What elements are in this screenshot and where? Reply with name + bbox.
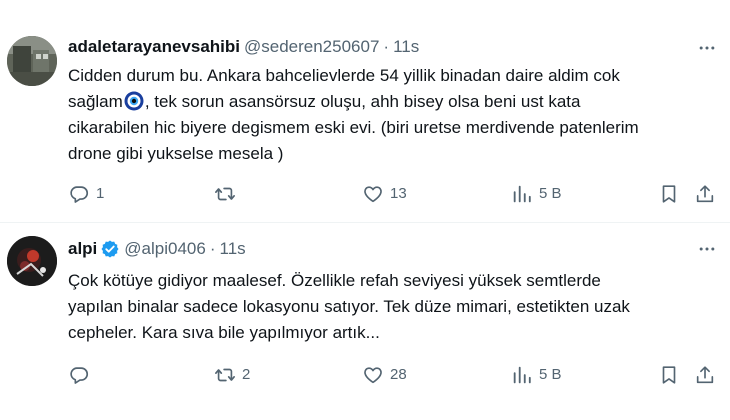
repost-button[interactable]: 2 (214, 362, 250, 388)
share-button[interactable] (694, 362, 716, 388)
share-button[interactable] (694, 181, 716, 207)
like-button[interactable]: 13 (362, 181, 407, 207)
timestamp[interactable]: 11s (393, 36, 419, 58)
repost-count: 2 (242, 366, 251, 383)
tweet-text-line: sağlam , tek sorun asansörsuz oluşu, ahh … (68, 89, 708, 115)
avatar[interactable] (7, 36, 57, 86)
more-horizontal-icon (699, 247, 715, 251)
repost-arrows-icon (215, 187, 235, 201)
more-horizontal-icon (699, 46, 715, 50)
tweet-text-fragment: sağlam (68, 92, 123, 111)
reply-button[interactable]: 1 (68, 181, 104, 207)
nazar-boncugu-emoji-icon (124, 91, 144, 111)
tweet-actions: 2 28 5 B (0, 362, 730, 388)
tweet-text-line: Çok kötüye gidiyor maalesef. Özellikle r… (68, 271, 601, 290)
tweet-header: adaletarayanevsahibi @sederen250607 · 11… (68, 36, 419, 58)
like-button[interactable]: 28 (362, 362, 407, 388)
tweet-text-line: cikarabilen hic biyere degismem eski evi… (68, 118, 639, 137)
avatar-image (7, 36, 57, 86)
more-options-button[interactable] (694, 38, 720, 58)
author-handle[interactable]: @sederen250607 (244, 36, 379, 58)
tweet-text-line: yapılan binalar sadece lokasyonu satıyor… (68, 297, 630, 316)
repost-arrows-icon (215, 368, 235, 382)
reply-button[interactable] (68, 362, 96, 388)
tweet-text-line: Cidden durum bu. Ankara bahcelievlerde 5… (68, 66, 620, 85)
separator-dot: · (209, 239, 216, 258)
bookmark-button[interactable] (658, 362, 680, 388)
views-bar-chart-icon (513, 185, 531, 203)
views-bar-chart-icon (513, 366, 531, 384)
more-options-button[interactable] (694, 239, 720, 259)
tweet-card[interactable]: alpi @alpi0406 · 11s Çok kötüye gidiyor … (0, 222, 730, 420)
tweet-text-line: drone gibi yukselse mesela ) (68, 144, 284, 163)
tweet-text-fragment: , tek sorun asansörsuz oluşu, ahh bisey … (144, 92, 581, 111)
share-upload-icon (696, 185, 714, 203)
views-button[interactable]: 5 B (511, 181, 562, 207)
like-count: 13 (390, 185, 407, 202)
share-upload-icon (696, 366, 714, 384)
views-button[interactable]: 5 B (511, 362, 562, 388)
author-handle[interactable]: @alpi0406 (124, 238, 206, 260)
separator-dot: · (383, 37, 390, 56)
avatar[interactable] (7, 236, 57, 286)
tweet-text: Çok kötüye gidiyor maalesef. Özellikle r… (68, 268, 708, 346)
bookmark-icon (662, 366, 676, 384)
tweet-text: Cidden durum bu. Ankara bahcelievlerde 5… (68, 63, 708, 167)
author-name[interactable]: alpi (68, 238, 97, 260)
verified-badge-icon (100, 239, 120, 259)
heart-icon (364, 367, 382, 384)
bookmark-button[interactable] (658, 181, 680, 207)
like-count: 28 (390, 366, 407, 383)
tweet-text-line: cepheler. Kara sıva bile yapılmıyor artı… (68, 323, 380, 342)
tweet-header: alpi @alpi0406 · 11s (68, 238, 246, 260)
views-count: 5 B (539, 366, 562, 383)
tweet-card[interactable]: adaletarayanevsahibi @sederen250607 · 11… (0, 0, 730, 222)
reply-bubble-icon (70, 186, 89, 203)
repost-button[interactable] (214, 181, 242, 207)
tweet-actions: 1 13 5 B (0, 181, 730, 207)
author-name[interactable]: adaletarayanevsahibi (68, 36, 240, 58)
bookmark-icon (662, 185, 676, 203)
heart-icon (364, 186, 382, 203)
views-count: 5 B (539, 185, 562, 202)
reply-bubble-icon (70, 367, 89, 384)
timestamp[interactable]: 11s (220, 238, 246, 260)
reply-count: 1 (96, 185, 105, 202)
avatar-image (7, 236, 57, 286)
